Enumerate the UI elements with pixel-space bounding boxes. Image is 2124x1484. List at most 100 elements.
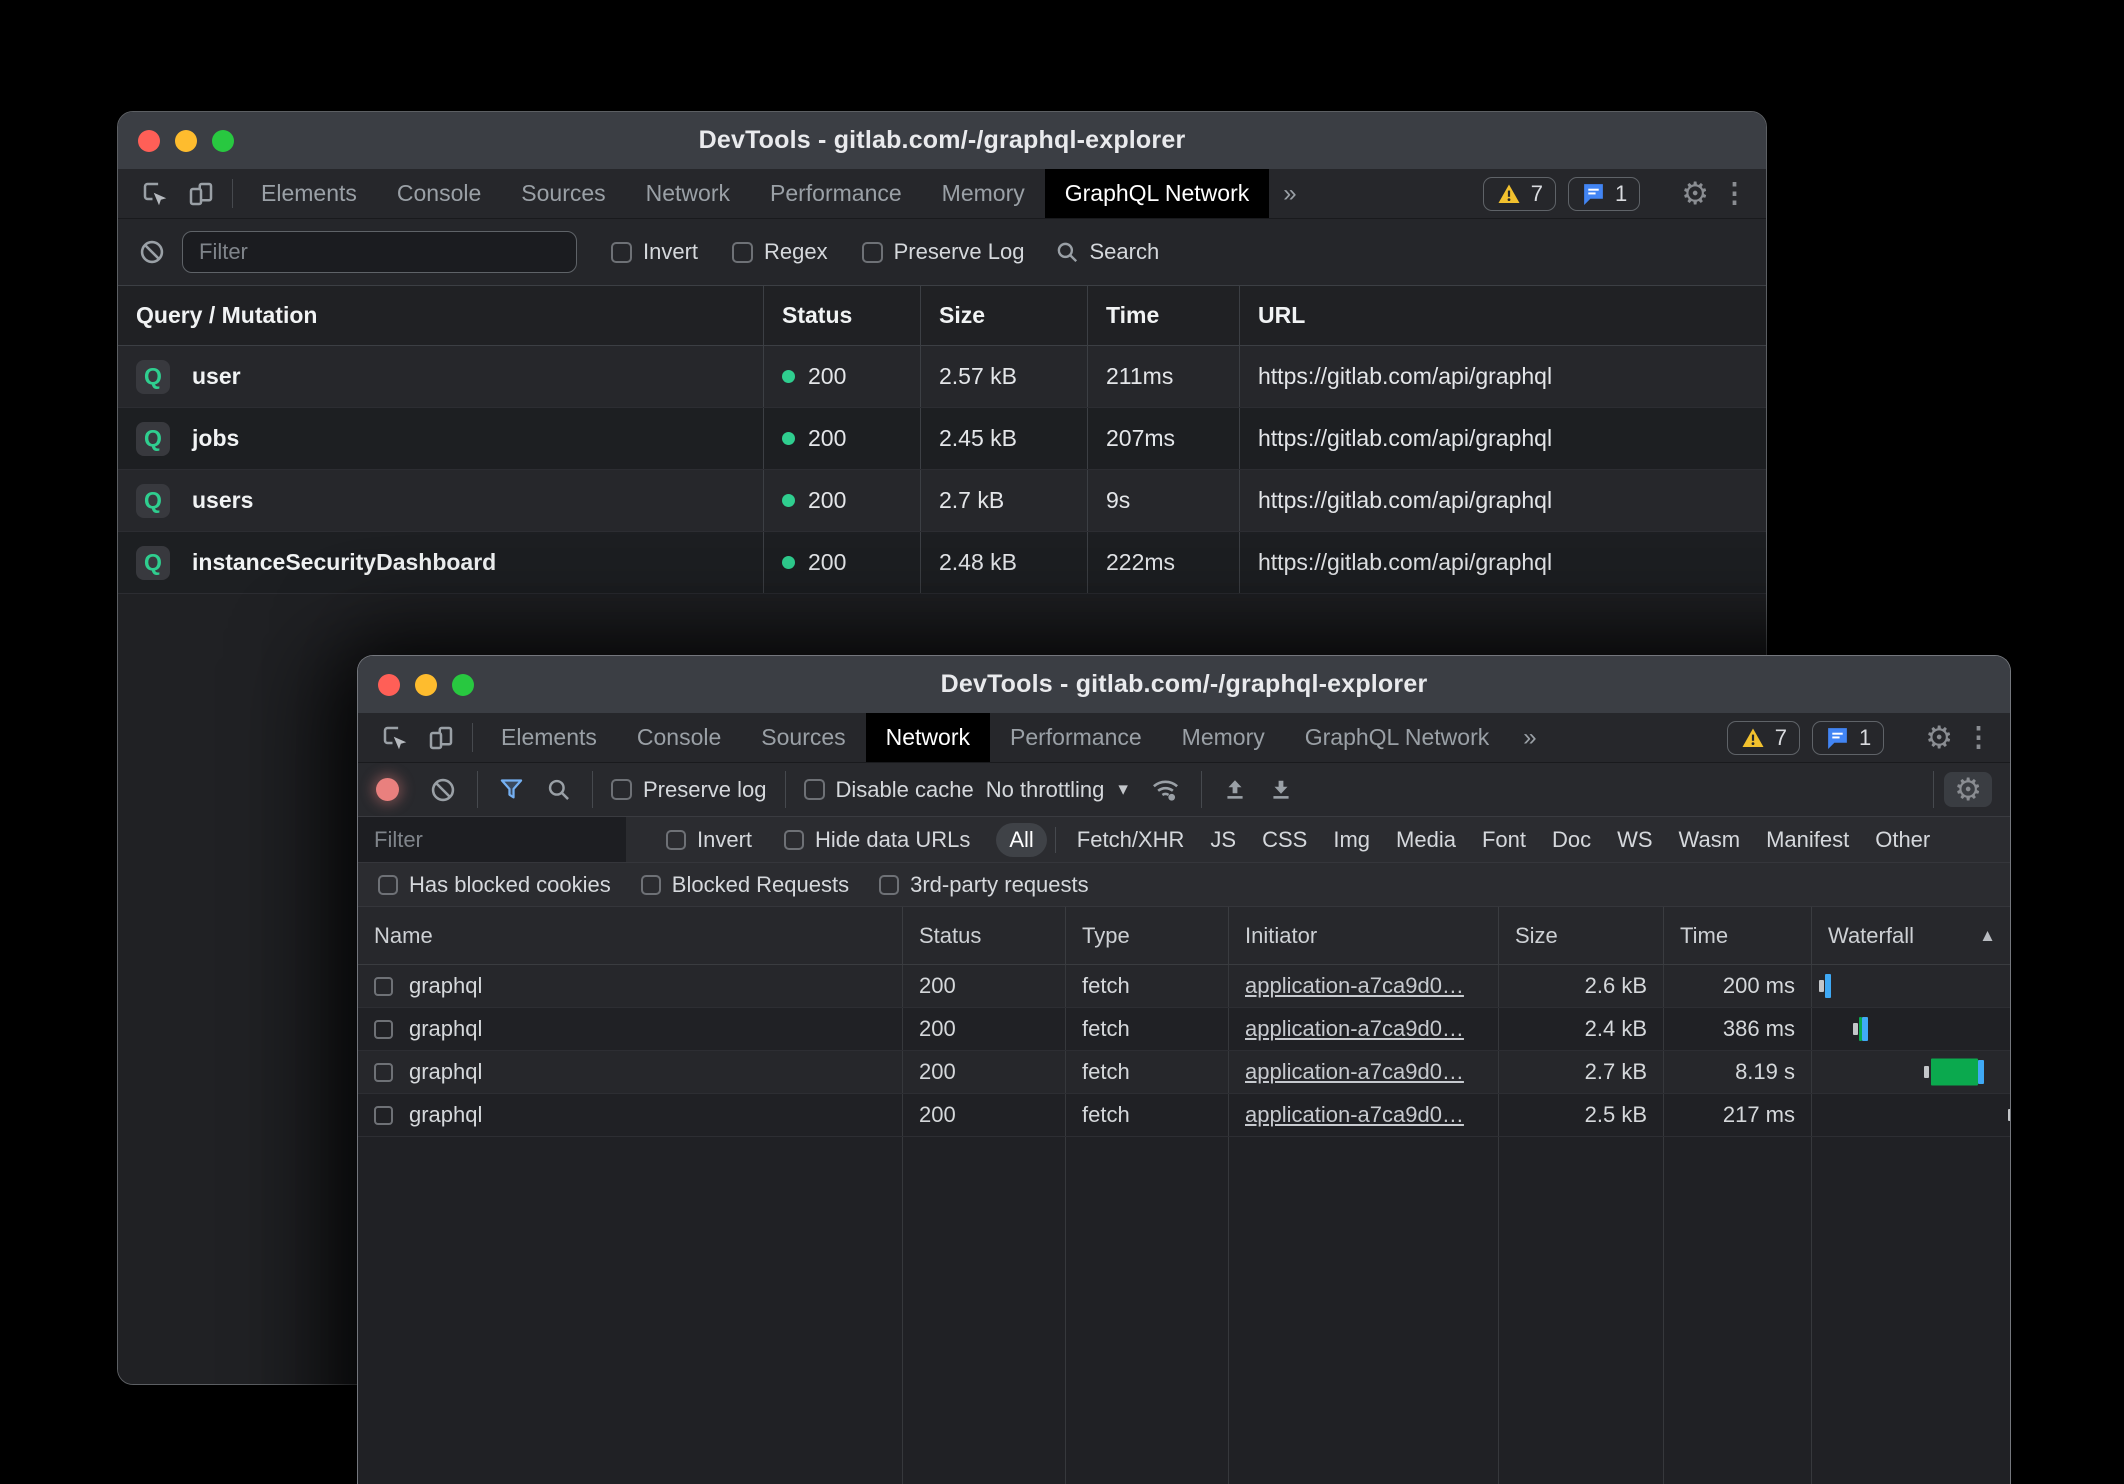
tab-network[interactable]: Network (626, 169, 750, 218)
tab-sources[interactable]: Sources (501, 169, 625, 218)
tab-console[interactable]: Console (377, 169, 501, 218)
chip-js[interactable]: JS (1197, 823, 1249, 857)
block-requests-icon[interactable] (138, 238, 166, 266)
tab-graphql-network[interactable]: GraphQL Network (1285, 713, 1510, 762)
network-filter-input[interactable] (358, 817, 626, 862)
filter-funnel-icon[interactable] (498, 776, 525, 803)
messages-badge[interactable]: 1 (1812, 721, 1884, 755)
table-row[interactable]: Qjobs 200 2.45 kB 207ms https://gitlab.c… (118, 408, 1766, 470)
network-request-row[interactable]: graphql 200 fetch application-a7ca9d0… 2… (358, 965, 2010, 1008)
more-tabs-chevron[interactable]: » (1269, 169, 1310, 218)
tab-elements[interactable]: Elements (241, 169, 377, 218)
chip-img[interactable]: Img (1320, 823, 1383, 857)
hide-data-urls-checkbox[interactable] (784, 830, 804, 850)
warnings-badge[interactable]: 7 (1727, 721, 1800, 755)
clear-network-log-icon[interactable] (429, 776, 457, 804)
chip-fetch-xhr[interactable]: Fetch/XHR (1064, 823, 1198, 857)
graphql-filter-input[interactable] (182, 231, 577, 273)
initiator-link[interactable]: application-a7ca9d0… (1245, 1016, 1464, 1042)
tab-performance[interactable]: Performance (750, 169, 922, 218)
row-checkbox[interactable] (374, 1106, 393, 1125)
close-window-button[interactable] (378, 674, 400, 696)
chip-manifest[interactable]: Manifest (1753, 823, 1862, 857)
more-options-icon[interactable]: ⋮ (1721, 180, 1748, 207)
column-header-initiator[interactable]: Initiator (1229, 907, 1499, 964)
tab-elements[interactable]: Elements (481, 713, 617, 762)
import-har-icon[interactable] (1222, 777, 1248, 803)
initiator-link[interactable]: application-a7ca9d0… (1245, 973, 1464, 999)
column-header-time[interactable]: Time (1664, 907, 1812, 964)
invert-checkbox[interactable] (666, 830, 686, 850)
regex-checkbox[interactable] (732, 242, 753, 263)
column-header-type[interactable]: Type (1066, 907, 1229, 964)
column-header-size[interactable]: Size (1499, 907, 1664, 964)
column-header-time[interactable]: Time (1088, 286, 1240, 345)
initiator-link[interactable]: application-a7ca9d0… (1245, 1102, 1464, 1128)
chip-ws[interactable]: WS (1604, 823, 1665, 857)
has-blocked-cookies-checkbox[interactable] (378, 875, 398, 895)
network-request-row[interactable]: graphql 200 fetch application-a7ca9d0… 2… (358, 1008, 2010, 1051)
row-checkbox[interactable] (374, 1063, 393, 1082)
column-header-name[interactable]: Name (358, 907, 903, 964)
inspect-element-icon[interactable] (372, 713, 418, 762)
tab-graphql-network[interactable]: GraphQL Network (1045, 169, 1270, 218)
invert-filter: Invert (666, 827, 752, 853)
maximize-window-button[interactable] (212, 130, 234, 152)
preserve-log-checkbox[interactable] (862, 242, 883, 263)
chip-other[interactable]: Other (1862, 823, 1943, 857)
close-window-button[interactable] (138, 130, 160, 152)
network-request-row[interactable]: graphql 200 fetch application-a7ca9d0… 2… (358, 1051, 2010, 1094)
tab-console[interactable]: Console (617, 713, 741, 762)
device-toolbar-icon[interactable] (178, 169, 224, 218)
column-header-url[interactable]: URL (1240, 286, 1766, 345)
device-toolbar-icon[interactable] (418, 713, 464, 762)
column-header-status[interactable]: Status (764, 286, 921, 345)
titlebar[interactable]: DevTools - gitlab.com/-/graphql-explorer (358, 656, 2010, 713)
tab-memory[interactable]: Memory (922, 169, 1045, 218)
table-row[interactable]: Qusers 200 2.7 kB 9s https://gitlab.com/… (118, 470, 1766, 532)
table-row[interactable]: Quser 200 2.57 kB 211ms https://gitlab.c… (118, 346, 1766, 408)
settings-gear-icon[interactable]: ⚙ (1925, 722, 1953, 753)
row-checkbox[interactable] (374, 977, 393, 996)
table-row[interactable]: QinstanceSecurityDashboard 200 2.48 kB 2… (118, 532, 1766, 594)
initiator-link[interactable]: application-a7ca9d0… (1245, 1059, 1464, 1085)
record-network-log-button[interactable] (376, 778, 399, 801)
network-conditions-icon[interactable] (1150, 774, 1181, 805)
row-checkbox[interactable] (374, 1020, 393, 1039)
chip-font[interactable]: Font (1469, 823, 1539, 857)
invert-checkbox[interactable] (611, 242, 632, 263)
search-icon[interactable] (545, 776, 572, 803)
messages-badge[interactable]: 1 (1568, 177, 1640, 211)
tab-network[interactable]: Network (866, 713, 990, 762)
tab-performance[interactable]: Performance (990, 713, 1162, 762)
titlebar[interactable]: DevTools - gitlab.com/-/graphql-explorer (118, 112, 1766, 169)
tab-sources[interactable]: Sources (741, 713, 865, 762)
more-tabs-chevron[interactable]: » (1509, 713, 1550, 762)
preserve-log-checkbox[interactable] (611, 779, 632, 800)
more-options-icon[interactable]: ⋮ (1965, 724, 1992, 751)
chip-css[interactable]: CSS (1249, 823, 1320, 857)
network-request-row[interactable]: graphql 200 fetch application-a7ca9d0… 2… (358, 1094, 2010, 1137)
chip-wasm[interactable]: Wasm (1666, 823, 1754, 857)
settings-gear-icon[interactable]: ⚙ (1681, 178, 1709, 209)
search-button[interactable]: Search (1054, 239, 1159, 265)
disable-cache-checkbox[interactable] (804, 779, 825, 800)
inspect-element-icon[interactable] (132, 169, 178, 218)
chip-media[interactable]: Media (1383, 823, 1469, 857)
tab-memory[interactable]: Memory (1162, 713, 1285, 762)
chip-all[interactable]: All (996, 823, 1046, 857)
column-header-size[interactable]: Size (921, 286, 1088, 345)
blocked-requests-checkbox[interactable] (641, 875, 661, 895)
column-header-status[interactable]: Status (903, 907, 1066, 964)
column-header-query-mutation[interactable]: Query / Mutation (118, 286, 764, 345)
network-settings-button[interactable]: ⚙ (1944, 772, 1992, 807)
throttling-dropdown[interactable]: No throttling ▾ (986, 777, 1128, 803)
chip-doc[interactable]: Doc (1539, 823, 1604, 857)
minimize-window-button[interactable] (415, 674, 437, 696)
export-har-icon[interactable] (1268, 777, 1294, 803)
third-party-requests-checkbox[interactable] (879, 875, 899, 895)
warnings-badge[interactable]: 7 (1483, 177, 1556, 211)
maximize-window-button[interactable] (452, 674, 474, 696)
minimize-window-button[interactable] (175, 130, 197, 152)
column-header-waterfall[interactable]: Waterfall ▲ (1812, 907, 2010, 964)
